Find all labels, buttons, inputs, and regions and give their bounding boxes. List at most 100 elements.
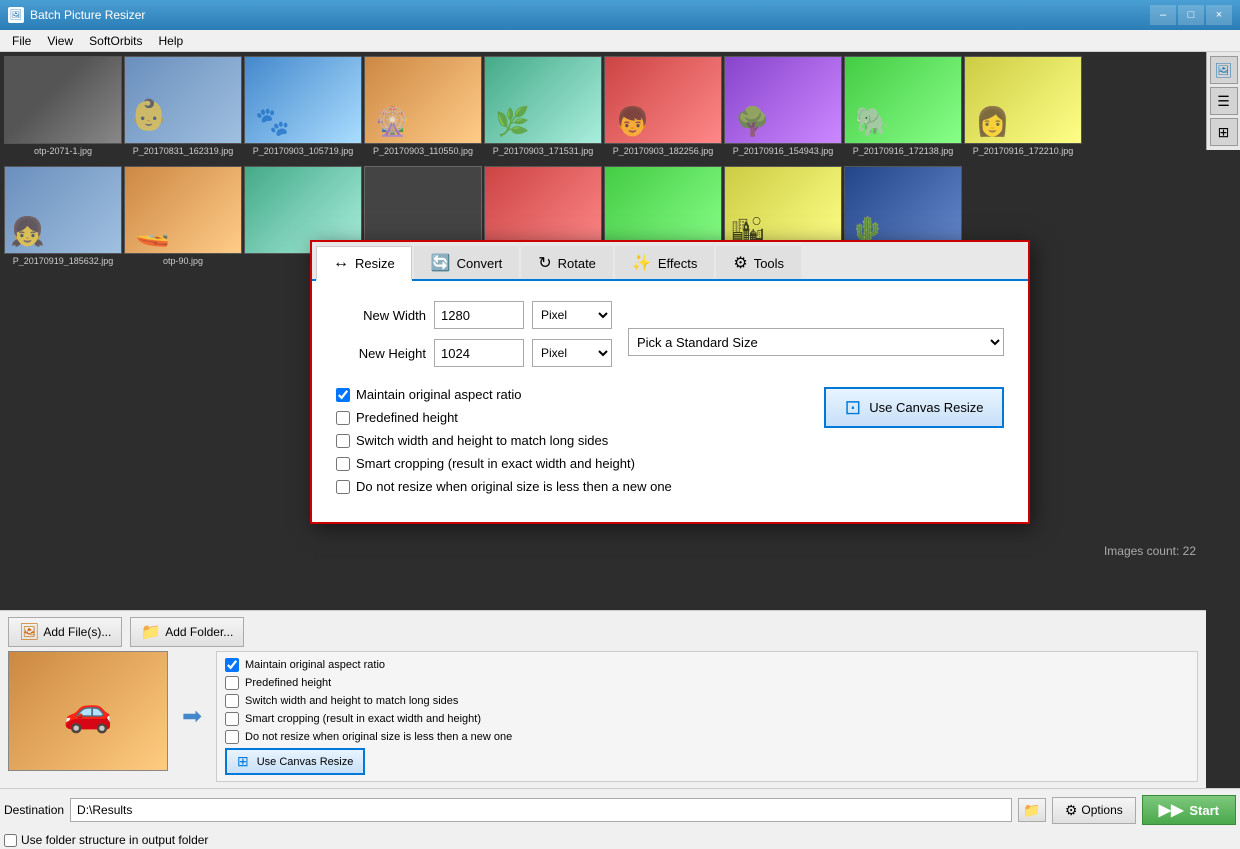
use-folder-label: Use folder structure in output folder [21, 833, 208, 847]
predefined-height-row: Predefined height [336, 410, 804, 425]
small-no-resize-label: Do not resize when original size is less… [245, 731, 512, 743]
thumb-label: P_20170919_185632.jpg [13, 256, 114, 266]
list-item[interactable]: 🐘 P_20170916_172138.jpg [844, 56, 962, 162]
thumb-label: otp-90.jpg [163, 256, 203, 266]
thumb-label: P_20170903_105719.jpg [253, 146, 354, 156]
width-unit-select[interactable]: Pixel Percent Cm Inch [532, 301, 612, 329]
right-toolbar: 🖼 ☰ ⊞ [1206, 52, 1240, 150]
switch-wh-label: Switch width and height to match long si… [356, 433, 608, 448]
thumb-label: P_20170903_110550.jpg [373, 146, 473, 156]
small-settings-panel: Maintain original aspect ratio Predefine… [216, 651, 1198, 782]
resize-dialog: ↔ Resize 🔄 Convert ↻ Rotate ✨ Effects ⚙ … [310, 240, 1030, 524]
list-item[interactable]: 🌳 P_20170916_154943.jpg [724, 56, 842, 162]
minimize-button[interactable]: – [1150, 5, 1176, 25]
add-files-row: 🖼 Add File(s)... 📁 Add Folder... [8, 617, 1198, 647]
resize-tab-icon: ↔ [333, 254, 349, 272]
destination-input[interactable] [70, 798, 1012, 822]
menubar: File View SoftOrbits Help [0, 30, 1240, 52]
destination-browse-button[interactable]: 📁 [1018, 798, 1046, 822]
close-button[interactable]: × [1206, 5, 1232, 25]
list-item[interactable]: 🌿 P_20170903_171531.jpg [484, 56, 602, 162]
switch-wh-row: Switch width and height to match long si… [336, 433, 804, 448]
list-item[interactable]: 👧 P_20170919_185632.jpg [4, 166, 122, 272]
tab-convert[interactable]: 🔄 Convert [414, 246, 519, 279]
small-smart-crop-row: Smart cropping (result in exact width an… [225, 712, 1189, 726]
new-height-label: New Height [336, 346, 426, 361]
tab-effects[interactable]: ✨ Effects [615, 246, 714, 279]
list-item[interactable]: 👦 P_20170903_182256.jpg [604, 56, 722, 162]
small-switch-wh-label: Switch width and height to match long si… [245, 695, 458, 707]
size-inputs: New Width Pixel Percent Cm Inch New Heig… [336, 301, 612, 377]
options-button[interactable]: ⚙ Options [1052, 797, 1136, 824]
standard-size-select[interactable]: Pick a Standard Size 800x600 1024x768 12… [628, 328, 1004, 356]
smart-crop-row: Smart cropping (result in exact width an… [336, 456, 804, 471]
maintain-aspect-checkbox[interactable] [336, 388, 350, 402]
standard-size-section: Pick a Standard Size 800x600 1024x768 12… [628, 301, 1004, 377]
list-item[interactable]: 🎡 P_20170903_110550.jpg [364, 56, 482, 162]
window-controls: – □ × [1150, 5, 1232, 25]
maximize-button[interactable]: □ [1178, 5, 1204, 25]
small-no-resize-checkbox[interactable] [225, 730, 239, 744]
width-input[interactable] [434, 301, 524, 329]
list-item[interactable]: 🐾 P_20170903_105719.jpg [244, 56, 362, 162]
thumb-label: P_20170831_162319.jpg [133, 146, 234, 156]
new-height-row: New Height Pixel Percent Cm Inch [336, 339, 612, 367]
predefined-height-checkbox[interactable] [336, 411, 350, 425]
list-item[interactable]: 🚤 otp-90.jpg [124, 166, 242, 272]
switch-wh-checkbox[interactable] [336, 434, 350, 448]
use-folder-checkbox[interactable] [4, 834, 17, 847]
use-folder-row: Use folder structure in output folder [0, 831, 1240, 849]
small-maintain-aspect-checkbox[interactable] [225, 658, 239, 672]
titlebar: 🖼 Batch Picture Resizer – □ × [0, 0, 1240, 30]
convert-tab-icon: 🔄 [431, 253, 451, 273]
canvas-resize-icon: ⊡ [845, 395, 862, 420]
thumb-label: otp-2071-1.jpg [34, 146, 92, 156]
maintain-aspect-row: Maintain original aspect ratio [336, 387, 804, 402]
app-title: Batch Picture Resizer [30, 8, 1150, 22]
grid-view-button[interactable]: 🖼 [1210, 56, 1238, 84]
thumb-label: P_20170916_172210.jpg [973, 146, 1074, 156]
small-canvas-resize-button[interactable]: ⊞ Use Canvas Resize [225, 748, 365, 775]
list-item[interactable]: otp-2071-1.jpg [4, 56, 122, 162]
small-switch-wh-row: Switch width and height to match long si… [225, 694, 1189, 708]
no-resize-checkbox[interactable] [336, 480, 350, 494]
list-item[interactable]: 👩 P_20170916_172210.jpg [964, 56, 1082, 162]
tab-tools-label: Tools [754, 256, 784, 271]
small-smart-crop-checkbox[interactable] [225, 712, 239, 726]
height-unit-select[interactable]: Pixel Percent Cm Inch [532, 339, 612, 367]
small-predefined-height-checkbox[interactable] [225, 676, 239, 690]
small-maintain-aspect-row: Maintain original aspect ratio [225, 658, 1189, 672]
arrow-icon: ➡ [176, 651, 208, 782]
effects-tab-icon: ✨ [632, 253, 652, 273]
checkboxes-section: Maintain original aspect ratio Predefine… [336, 387, 804, 502]
smart-crop-checkbox[interactable] [336, 457, 350, 471]
menu-softorbits[interactable]: SoftOrbits [81, 32, 150, 50]
list-item[interactable]: 👶 P_20170831_162319.jpg [124, 56, 242, 162]
detail-view-button[interactable]: ⊞ [1210, 118, 1238, 146]
small-switch-wh-checkbox[interactable] [225, 694, 239, 708]
destination-label: Destination [4, 803, 64, 817]
tools-tab-icon: ⚙ [733, 253, 747, 273]
size-section: New Width Pixel Percent Cm Inch New Heig… [336, 301, 1004, 377]
tab-effects-label: Effects [658, 256, 698, 271]
smart-crop-label: Smart cropping (result in exact width an… [356, 456, 635, 471]
menu-view[interactable]: View [39, 32, 81, 50]
add-files-button[interactable]: 🖼 Add File(s)... [8, 617, 122, 647]
tab-rotate[interactable]: ↻ Rotate [521, 246, 613, 279]
small-predefined-height-label: Predefined height [245, 677, 331, 689]
height-input[interactable] [434, 339, 524, 367]
images-count: Images count: 22 [1104, 544, 1196, 558]
canvas-resize-button[interactable]: ⊡ Use Canvas Resize [824, 387, 1004, 428]
preview-area: 🚗 ➡ Maintain original aspect ratio Prede… [8, 651, 1198, 782]
menu-file[interactable]: File [4, 32, 39, 50]
list-view-button[interactable]: ☰ [1210, 87, 1238, 115]
small-predefined-height-row: Predefined height [225, 676, 1189, 690]
add-folder-button[interactable]: 📁 Add Folder... [130, 617, 244, 647]
small-maintain-aspect-label: Maintain original aspect ratio [245, 659, 385, 671]
tab-resize[interactable]: ↔ Resize [316, 246, 412, 281]
gallery-row-1: otp-2071-1.jpg 👶 P_20170831_162319.jpg 🐾… [0, 52, 1240, 162]
menu-help[interactable]: Help [151, 32, 192, 50]
tab-tools[interactable]: ⚙ Tools [716, 246, 801, 279]
start-button[interactable]: ▶▶ Start [1142, 795, 1236, 825]
bottom-panel: 🖼 Add File(s)... 📁 Add Folder... 🚗 [0, 610, 1206, 788]
